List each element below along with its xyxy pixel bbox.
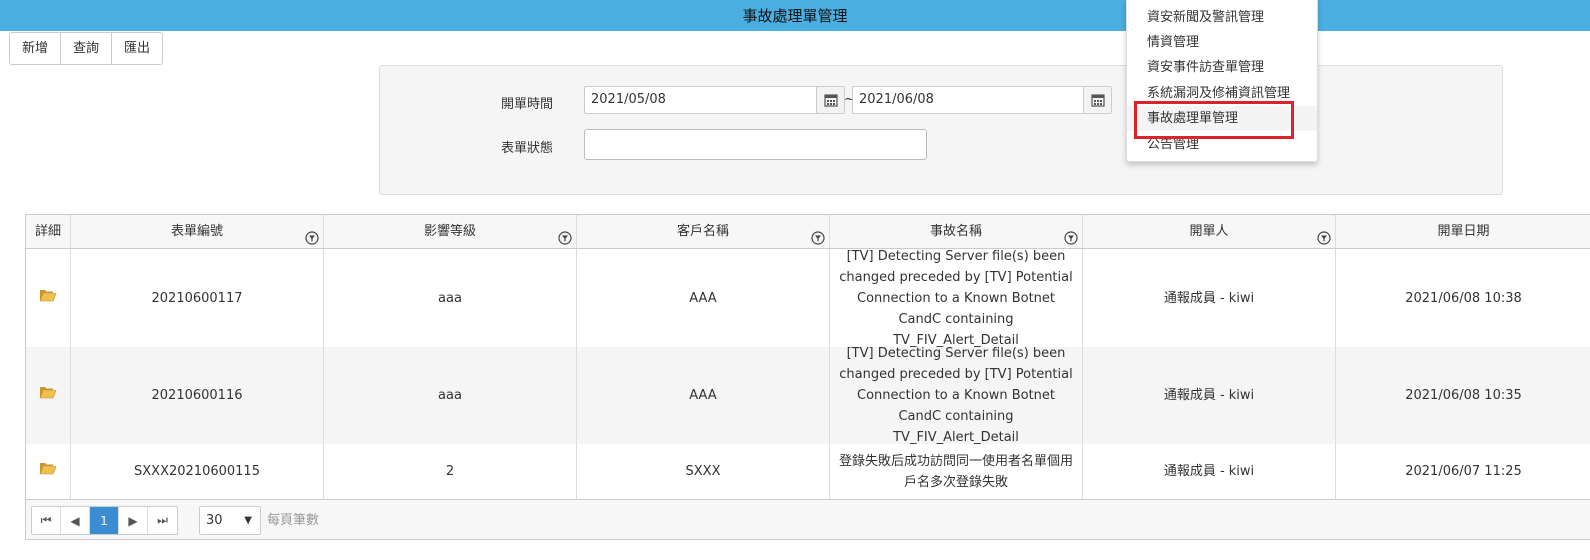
menu-item-incident-inspection[interactable]: 資安事件訪查單管理 <box>1127 55 1317 80</box>
incident-name-cell: 登錄失敗后成功訪問同一使用者名單個用戶名多次登錄失敗 <box>830 444 1083 499</box>
highlight-box <box>1134 101 1294 139</box>
next-page-button[interactable]: ▶ <box>119 507 148 534</box>
table-row: 20210600116 aaa AAA [TV] Detecting Serve… <box>26 346 1590 445</box>
column-header-open-date[interactable]: 開單日期 <box>1336 215 1590 248</box>
first-page-icon: ⏮ <box>40 513 52 527</box>
date-from-input[interactable]: 2021/05/08 <box>585 87 816 113</box>
opener-cell: 通報成員 - kiwi <box>1083 444 1336 499</box>
open-date-cell: 2021/06/08 10:38 <box>1405 290 1522 306</box>
incident-grid: 詳細 表單編號 影響等級 客戶名稱 事故名稱 開單人 開單日期 20210600… <box>25 214 1590 540</box>
menu-item-security-news[interactable]: 資安新聞及警訊管理 <box>1127 5 1317 30</box>
column-header-incident-name[interactable]: 事故名稱 <box>830 215 1083 248</box>
calendar-icon[interactable] <box>1083 87 1111 113</box>
page-size-select[interactable]: 30 ▼ <box>199 506 261 535</box>
current-page-button[interactable]: 1 <box>90 507 119 534</box>
page-size-label: 每頁筆數 <box>267 513 320 528</box>
form-status-label: 表單狀態 <box>501 141 554 156</box>
column-header-detail: 詳細 <box>26 215 71 248</box>
impact-level-cell: aaa <box>324 347 577 444</box>
customer-cell: AAA <box>577 249 830 347</box>
add-button[interactable]: 新增 <box>10 33 62 64</box>
table-row: SXXX20210600115 2 SXXX 登錄失敗后成功訪問同一使用者名單個… <box>26 444 1590 499</box>
opener-cell: 通報成員 - kiwi <box>1083 347 1336 444</box>
form-no-cell: 20210600116 <box>71 347 324 444</box>
impact-level-cell: 2 <box>324 444 577 499</box>
calendar-icon[interactable] <box>816 87 844 113</box>
grid-pager: ⏮ ◀ 1 ▶ ⏭ 30 ▼ 每頁筆數 <box>26 499 1590 539</box>
incident-name-cell: [TV] Detecting Server file(s) been chang… <box>830 249 1083 348</box>
page-size-value: 30 <box>206 513 223 528</box>
date-to-picker[interactable]: 2021/06/08 <box>852 86 1112 114</box>
form-status-select[interactable] <box>584 129 927 160</box>
column-header-impact-level[interactable]: 影響等級 <box>324 215 577 248</box>
prev-page-button[interactable]: ◀ <box>61 507 90 534</box>
customer-cell: AAA <box>577 347 830 444</box>
open-detail-button[interactable] <box>26 444 71 499</box>
search-panel: 開單時間 2021/05/08 ~ 2021/06/08 表單狀態 <box>379 65 1503 195</box>
pagination-controls: ⏮ ◀ 1 ▶ ⏭ <box>31 506 178 535</box>
incident-name-cell: [TV] Detecting Server file(s) been chang… <box>830 346 1083 445</box>
open-detail-button[interactable] <box>26 347 71 444</box>
dropdown-arrow-icon: ▼ <box>244 515 252 526</box>
column-header-customer[interactable]: 客戶名稱 <box>577 215 830 248</box>
column-header-form-no[interactable]: 表單編號 <box>71 215 324 248</box>
last-page-icon: ⏭ <box>157 513 168 527</box>
open-date-cell: 2021/06/08 10:35 <box>1405 388 1522 403</box>
opener-cell: 通報成員 - kiwi <box>1083 249 1336 347</box>
form-no-cell: 20210600117 <box>71 249 324 347</box>
export-button[interactable]: 匯出 <box>112 33 162 64</box>
open-date-cell: 2021/06/07 11:25 <box>1405 464 1522 479</box>
column-header-opener[interactable]: 開單人 <box>1083 215 1336 248</box>
date-to-input[interactable]: 2021/06/08 <box>853 87 1083 113</box>
next-page-icon: ▶ <box>128 513 138 528</box>
page-title: 事故處理單管理 <box>742 7 848 25</box>
open-time-label: 開單時間 <box>501 97 554 112</box>
action-toolbar: 新增 查詢 匯出 <box>9 32 164 65</box>
query-button[interactable]: 查詢 <box>61 33 113 64</box>
impact-level-cell: aaa <box>324 249 577 347</box>
customer-cell: SXXX <box>577 444 830 499</box>
prev-page-icon: ◀ <box>70 513 80 528</box>
table-row: 20210600117 aaa AAA [TV] Detecting Serve… <box>26 249 1590 348</box>
top-header-bar: 事故處理單管理 <box>0 0 1590 31</box>
grid-header: 詳細 表單編號 影響等級 客戶名稱 事故名稱 開單人 開單日期 <box>26 215 1590 249</box>
open-detail-button[interactable] <box>26 249 71 347</box>
date-from-picker[interactable]: 2021/05/08 <box>584 86 845 114</box>
form-no-cell: SXXX20210600115 <box>71 444 324 499</box>
first-page-button[interactable]: ⏮ <box>32 507 61 534</box>
folder-open-icon[interactable] <box>39 385 57 406</box>
folder-open-icon[interactable] <box>39 461 57 482</box>
menu-item-intelligence[interactable]: 情資管理 <box>1127 30 1317 55</box>
folder-open-icon[interactable] <box>39 288 57 309</box>
last-page-button[interactable]: ⏭ <box>148 507 177 534</box>
